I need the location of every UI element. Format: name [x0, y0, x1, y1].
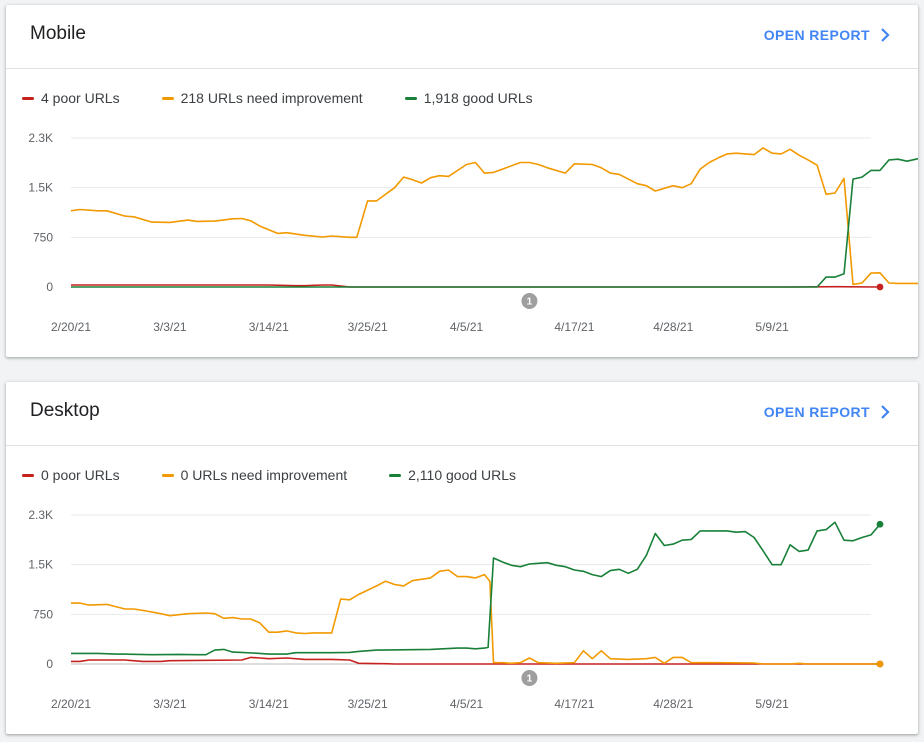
legend-label-need-improvement: 218 URLs need improvement — [180, 90, 363, 106]
legend-item-need-improvement[interactable]: 218 URLs need improvement — [161, 90, 363, 106]
x-tick-label: 3/25/21 — [348, 320, 388, 334]
x-tick-label: 2/20/21 — [51, 320, 91, 334]
x-tick-label: 4/17/21 — [554, 320, 594, 334]
mobile-chart: 0 750 1.5K 2.3K 2/20/21 3/3/21 3/14/21 3/25/21 4… — [28, 131, 918, 334]
y-tick-label: 2.3K — [28, 508, 53, 522]
y-tick-label: 1.5K — [28, 558, 53, 572]
legend-item-need-improvement[interactable]: 0 URLs need improvement — [161, 467, 348, 483]
legend-label-poor: 4 poor URLs — [41, 90, 120, 106]
legend-item-poor[interactable]: 4 poor URLs — [22, 90, 120, 106]
y-tick-label: 1.5K — [28, 181, 53, 195]
desktop-open-report-button[interactable]: OPEN REPORT — [764, 404, 890, 420]
x-tick-label: 4/28/21 — [653, 697, 693, 711]
series-line — [71, 521, 881, 656]
legend-swatch-poor — [22, 473, 34, 477]
x-tick-label: 3/25/21 — [348, 697, 388, 711]
chevron-right-icon — [881, 405, 890, 419]
desktop-card-title: Desktop — [30, 400, 100, 421]
legend-label-poor: 0 poor URLs — [41, 467, 120, 483]
mobile-open-report-button[interactable]: OPEN REPORT — [764, 27, 890, 43]
series-end-dot — [876, 660, 884, 668]
open-report-label: OPEN REPORT — [763, 404, 870, 420]
mobile-card-title: Mobile — [30, 23, 86, 44]
mobile-legend: 4 poor URLs 218 URLs need improvement 1,… — [22, 89, 575, 107]
x-tick-label: 3/14/21 — [249, 697, 289, 711]
legend-item-poor[interactable]: 0 poor URLs — [22, 467, 120, 483]
series-line — [71, 569, 880, 665]
desktop-card-header: Desktop OPEN REPORT — [6, 382, 918, 446]
legend-swatch-good — [389, 473, 402, 477]
desktop-chart: 0 750 1.5K 2.3K 2/20/21 3/3/21 3/14/21 3/25/21 4… — [28, 508, 884, 711]
x-tick-label: 4/5/21 — [450, 697, 484, 711]
x-tick-label: 5/9/21 — [755, 320, 789, 334]
series-end-dot — [876, 283, 884, 291]
legend-item-good[interactable]: 1,918 good URLs — [404, 90, 533, 106]
legend-item-good[interactable]: 2,110 good URLs — [389, 467, 516, 483]
legend-label-need-improvement: 0 URLs need improvement — [180, 467, 348, 483]
x-tick-label: 3/3/21 — [153, 697, 187, 711]
x-tick-label: 3/3/21 — [153, 320, 187, 334]
annotation-marker-label: 1 — [527, 297, 533, 308]
y-tick-label: 750 — [33, 230, 53, 244]
x-tick-label: 4/17/21 — [554, 697, 594, 711]
legend-swatch-need-improvement — [161, 96, 174, 100]
series-line — [70, 147, 918, 286]
y-tick-label: 0 — [46, 280, 53, 294]
chevron-right-icon — [881, 28, 890, 42]
x-tick-label: 3/14/21 — [249, 320, 289, 334]
y-tick-label: 0 — [46, 657, 53, 671]
y-tick-label: 750 — [33, 607, 53, 621]
desktop-card: Desktop OPEN REPORT 0 poor URLs 0 URLs n… — [6, 382, 918, 734]
legend-swatch-need-improvement — [161, 473, 174, 477]
x-tick-label: 2/20/21 — [51, 697, 91, 711]
desktop-legend: 0 poor URLs 0 URLs need improvement 2,11… — [22, 466, 558, 484]
annotation-marker-label: 1 — [527, 674, 533, 685]
x-tick-label: 4/28/21 — [653, 320, 693, 334]
mobile-card: Mobile OPEN REPORT 4 poor URLs 218 URLs … — [6, 5, 918, 357]
legend-swatch-good — [404, 96, 417, 100]
series-end-dot — [876, 520, 884, 528]
legend-label-good: 2,110 good URLs — [408, 467, 517, 483]
x-tick-label: 4/5/21 — [450, 320, 484, 334]
mobile-card-header: Mobile OPEN REPORT — [6, 5, 918, 69]
legend-swatch-poor — [22, 96, 34, 100]
y-tick-label: 2.3K — [28, 131, 53, 145]
x-tick-label: 5/9/21 — [755, 697, 789, 711]
legend-label-good: 1,918 good URLs — [423, 90, 533, 106]
open-report-label: OPEN REPORT — [763, 27, 870, 43]
